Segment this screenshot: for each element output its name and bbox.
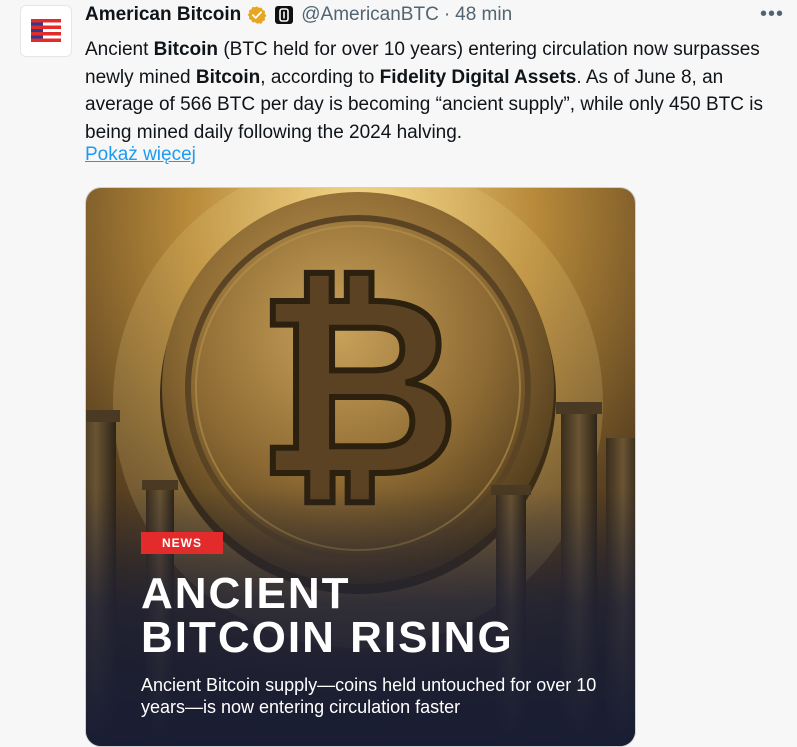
media-caption: Ancient Bitcoin supply—coins held untouc… xyxy=(141,675,597,717)
post-time[interactable]: 48 min xyxy=(455,4,512,26)
post-media-image[interactable]: ₿ NEWS ANCIENT BITCOIN RISING Ancient Bi… xyxy=(85,187,636,747)
post-text: Ancient Bitcoin (BTC held for over 10 ye… xyxy=(85,36,785,146)
show-more-link[interactable]: Pokaż więcej xyxy=(85,144,196,166)
author-handle[interactable]: @AmericanBTC xyxy=(301,4,439,26)
headline-line-1: ANCIENT xyxy=(141,569,351,618)
text-bold: Fidelity Digital Assets xyxy=(379,66,577,88)
ancient-bitcoin-artwork: ₿ xyxy=(86,188,635,746)
text-seg: , according to xyxy=(260,66,380,88)
text-seg: Ancient xyxy=(85,39,154,60)
news-badge: NEWS xyxy=(141,532,223,554)
text-bold: Bitcoin xyxy=(195,66,261,88)
flag-logo-icon xyxy=(31,19,61,42)
more-options-icon[interactable]: ••• xyxy=(760,3,784,26)
media-headline: ANCIENT BITCOIN RISING xyxy=(141,572,514,660)
affiliate-bitcoin-icon[interactable] xyxy=(275,6,294,24)
avatar[interactable] xyxy=(20,5,72,57)
author-name[interactable]: American Bitcoin xyxy=(85,4,241,26)
text-bold: Bitcoin xyxy=(153,39,219,60)
headline-line-2: BITCOIN RISING xyxy=(141,613,514,662)
post-header: American Bitcoin @AmericanBTC · 48 min xyxy=(85,3,512,27)
verified-badge-icon[interactable] xyxy=(247,5,267,25)
separator-dot: · xyxy=(443,4,451,25)
